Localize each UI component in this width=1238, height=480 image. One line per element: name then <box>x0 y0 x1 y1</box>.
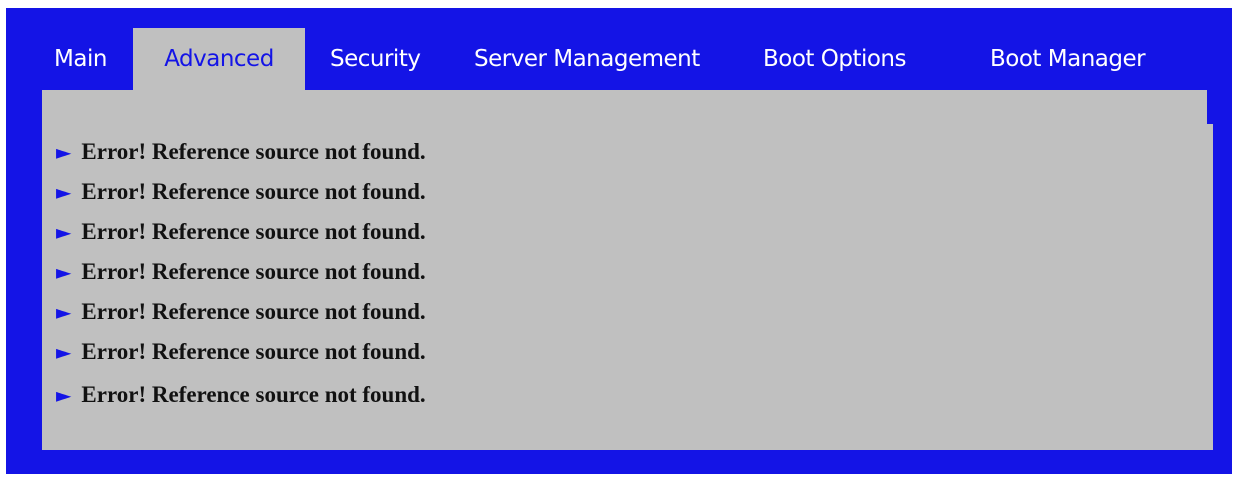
submenu-item-label: Error! Reference source not found. <box>81 139 426 164</box>
panel-notch <box>1207 90 1213 124</box>
right-pointer-icon: ► <box>56 383 72 407</box>
tab-server-management[interactable]: Server Management <box>474 28 700 90</box>
submenu-item-label: Error! Reference source not found. <box>81 219 426 244</box>
right-pointer-icon: ► <box>56 140 72 164</box>
right-pointer-icon: ► <box>56 300 72 324</box>
submenu-item[interactable]: ► Error! Reference source not found. <box>56 212 426 252</box>
submenu-item[interactable]: ► Error! Reference source not found. <box>56 252 426 292</box>
right-pointer-icon: ► <box>56 220 72 244</box>
submenu-item-label: Error! Reference source not found. <box>81 259 426 284</box>
tab-boot-manager[interactable]: Boot Manager <box>990 28 1146 90</box>
right-pointer-icon: ► <box>56 260 72 284</box>
submenu-item[interactable]: ► Error! Reference source not found. <box>56 172 426 212</box>
bios-setup-window: Main Advanced Security Server Management… <box>6 8 1232 474</box>
submenu-item-label: Error! Reference source not found. <box>81 382 426 407</box>
advanced-content-panel: ► Error! Reference source not found. ► Err… <box>42 90 1213 450</box>
tab-security[interactable]: Security <box>330 28 421 90</box>
right-pointer-icon: ► <box>56 340 72 364</box>
submenu-item[interactable]: ► Error! Reference source not found. <box>56 132 426 172</box>
submenu-item[interactable]: ► Error! Reference source not found. <box>56 292 426 332</box>
tab-main[interactable]: Main <box>54 28 107 90</box>
submenu-item-label: Error! Reference source not found. <box>81 179 426 204</box>
right-pointer-icon: ► <box>56 180 72 204</box>
submenu-item[interactable]: ► Error! Reference source not found. <box>56 332 426 372</box>
submenu-list: ► Error! Reference source not found. ► Err… <box>56 132 426 415</box>
submenu-item-label: Error! Reference source not found. <box>81 339 426 364</box>
tab-bar: Main Advanced Security Server Management… <box>6 28 1232 90</box>
tab-boot-options[interactable]: Boot Options <box>763 28 907 90</box>
tab-advanced[interactable]: Advanced <box>133 28 305 90</box>
submenu-item[interactable]: ► Error! Reference source not found. <box>56 375 426 415</box>
submenu-item-label: Error! Reference source not found. <box>81 299 426 324</box>
